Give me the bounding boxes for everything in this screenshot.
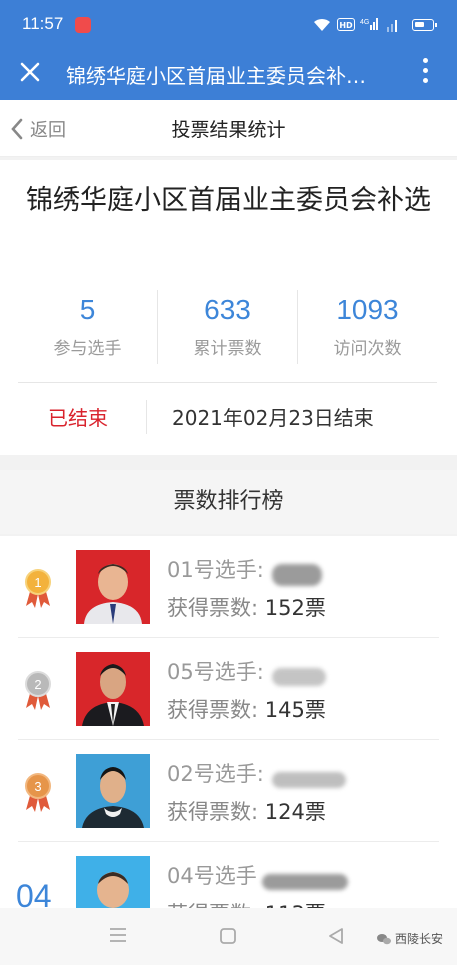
stat-value: 5 xyxy=(79,294,96,325)
divider xyxy=(18,382,437,383)
votes-label: 获得票数: xyxy=(167,596,259,620)
stats-row: 5 参与选手 633 累计票数 1093 访问次数 xyxy=(18,290,437,364)
rank-number: 2 xyxy=(34,677,41,692)
status-badge: 已结束 xyxy=(48,406,108,430)
candidate-name: 02号选手: xyxy=(167,762,264,786)
candidate-photo xyxy=(76,856,150,910)
vote-title: 锦绣华庭小区首届业主委员会补选 xyxy=(26,185,431,216)
redacted-name xyxy=(272,564,322,586)
stat-label: 参与选手 xyxy=(53,339,122,359)
vote-summary-card: 锦绣华庭小区首届业主委员会补选 5 参与选手 633 累计票数 1093 访问次… xyxy=(0,160,457,455)
redacted-name xyxy=(272,668,326,686)
stat-value: 1093 xyxy=(336,294,399,325)
votes-label: 获得票数: xyxy=(167,800,259,824)
candidate-photo xyxy=(76,754,150,828)
candidate-name: 04号选手 xyxy=(167,864,257,888)
end-date: 2021年02月23日结束 xyxy=(172,406,374,430)
stat-label: 访问次数 xyxy=(333,339,402,359)
candidate-photo xyxy=(76,550,150,624)
page-title: 投票结果统计 xyxy=(171,119,286,141)
stat-visits: 1093 访问次数 xyxy=(297,290,437,364)
votes-label: 获得票数: xyxy=(167,698,259,722)
watermark-text: 西陵长安 xyxy=(395,932,444,946)
wifi-icon xyxy=(313,17,331,36)
watermark: 西陵长安 xyxy=(377,930,443,947)
signal-4g-icon: 4G xyxy=(360,16,380,35)
redacted-name xyxy=(272,772,346,788)
list-item[interactable]: 04 04号选手 获得票数: 113票 xyxy=(0,842,457,910)
list-item[interactable]: 3 02号选手: 获得票数: 124票 xyxy=(0,740,457,842)
divider xyxy=(146,400,147,434)
gold-medal-icon: 1 xyxy=(22,566,54,610)
system-nav-bar: 西陵长安 xyxy=(0,908,457,965)
rank-number: 04 xyxy=(16,878,52,910)
votes-value: 152票 xyxy=(264,596,326,620)
vote-status-row: 已结束 2021年02月23日结束 xyxy=(18,396,437,436)
rank-number: 1 xyxy=(34,575,41,590)
vote-count: 获得票数: 145票 xyxy=(167,694,326,724)
ranking-header: 票数排行榜 xyxy=(0,470,457,534)
stat-total-votes: 633 累计票数 xyxy=(157,290,297,364)
stat-label: 累计票数 xyxy=(193,339,262,359)
more-options-icon[interactable] xyxy=(420,58,430,88)
clock: 11:57 xyxy=(22,14,64,33)
stat-value: 633 xyxy=(204,294,251,325)
silver-medal-icon: 2 xyxy=(22,668,54,712)
page-nav-bar: 返回 投票结果统计 xyxy=(0,100,457,157)
hd-icon: HD xyxy=(337,18,355,31)
list-item[interactable]: 1 01号选手: 获得票数: 152票 xyxy=(0,536,457,638)
wechat-icon xyxy=(377,933,391,944)
list-item[interactable]: 2 05号选手: 获得票数: 145票 xyxy=(0,638,457,740)
window-title: 锦绣华庭小区首届业主委员会补… xyxy=(66,64,366,88)
candidate-name: 05号选手: xyxy=(167,660,264,684)
rank-number: 3 xyxy=(34,779,41,794)
app-title-bar: 锦绣华庭小区首届业主委员会补… xyxy=(0,48,457,100)
signal-icon xyxy=(385,17,401,36)
vote-count: 获得票数: 124票 xyxy=(167,796,326,826)
vote-count: 获得票数: 152票 xyxy=(167,592,326,622)
menu-icon[interactable] xyxy=(108,926,128,948)
notification-app-icon xyxy=(75,17,91,33)
close-icon[interactable] xyxy=(18,60,42,84)
network-type-label: 4G xyxy=(360,19,369,26)
votes-value: 124票 xyxy=(264,800,326,824)
ranking-list: 1 01号选手: 获得票数: 152票 2 05号选手: 获得票数: 145票 … xyxy=(0,536,457,910)
back-triangle-icon[interactable] xyxy=(326,926,346,950)
candidate-photo xyxy=(76,652,150,726)
redacted-name xyxy=(262,874,348,890)
battery-icon xyxy=(412,19,437,31)
candidate-name: 01号选手: xyxy=(167,558,264,582)
status-bar: 11:57 HD 4G xyxy=(0,0,457,48)
votes-value: 145票 xyxy=(264,698,326,722)
bronze-medal-icon: 3 xyxy=(22,770,54,814)
stat-participants: 5 参与选手 xyxy=(18,290,157,364)
home-icon[interactable] xyxy=(218,926,238,950)
